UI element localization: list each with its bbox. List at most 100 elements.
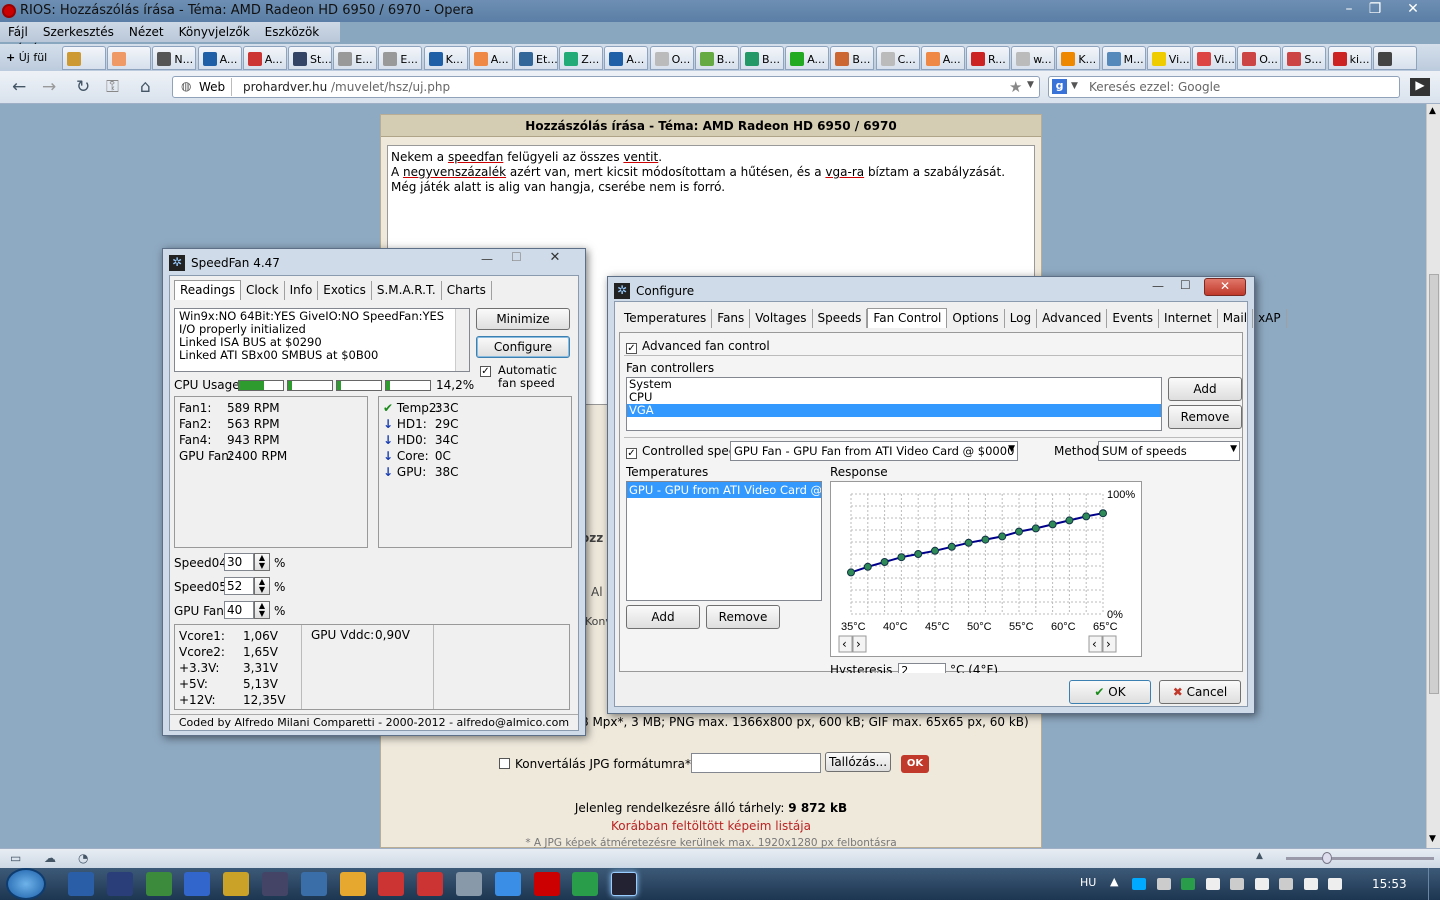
key-icon[interactable]: ⚿ — [106, 77, 119, 97]
tray-expand-icon[interactable]: ▲ — [1110, 875, 1118, 888]
browse-button[interactable]: Tallózás... — [825, 752, 891, 772]
ok-button[interactable]: ✔ OK — [1069, 680, 1151, 704]
controller-item[interactable]: CPU — [627, 391, 1161, 404]
panel-toggle-icon[interactable]: ▶ — [1410, 78, 1430, 96]
scroll-up-icon[interactable]: ▲ — [1429, 106, 1436, 116]
tray-icon[interactable] — [1132, 878, 1146, 890]
browser-tab[interactable]: B... — [694, 46, 739, 70]
speedfan-icon[interactable] — [611, 872, 638, 896]
clock[interactable]: 15:53 — [1372, 877, 1407, 891]
browser-tab[interactable]: A... — [468, 46, 513, 70]
browser-tab[interactable]: w... — [1011, 46, 1056, 70]
remove-controller-button[interactable]: Remove — [1168, 405, 1242, 429]
tray-icon[interactable] — [1254, 878, 1269, 890]
browser-tab[interactable] — [62, 46, 106, 70]
language-indicator[interactable]: HU — [1080, 876, 1096, 889]
search-field[interactable]: g ▼ Keresés ezzel: Google — [1048, 76, 1400, 98]
opera-icon[interactable] — [533, 872, 560, 896]
configure-close-icon[interactable]: ✕ — [1204, 278, 1246, 296]
tray-icon[interactable] — [1156, 878, 1171, 890]
configure-button[interactable]: Configure — [476, 336, 570, 358]
speed-spinner-icon[interactable]: ▲ ▼ — [254, 553, 270, 571]
speedfan-minimize-icon[interactable]: — — [481, 252, 493, 266]
panel-icon[interactable]: ▭ — [10, 851, 21, 865]
tray-icon[interactable] — [1279, 878, 1293, 890]
speed-dial-icon[interactable]: ◔ — [78, 851, 88, 865]
advanced-checkbox[interactable]: ✓ — [626, 343, 637, 354]
config-tab[interactable]: xAP — [1253, 309, 1287, 328]
response-chart[interactable]: 100% 0% 35°C 40°C 45°C 50°C 55°C 60°C 65°C ‹ › ‹ › — [831, 482, 1141, 658]
controlled-speed-select[interactable]: GPU Fan - GPU Fan from ATI Video Card @ … — [730, 441, 1018, 461]
browser-tab[interactable]: St... — [288, 46, 332, 70]
uploaded-images-link[interactable]: Korábban feltöltött képeim listája — [381, 819, 1041, 833]
browser-tab[interactable]: B... — [830, 46, 875, 70]
taskbar-app-icon[interactable] — [262, 872, 288, 896]
taskbar-app-icon[interactable] — [68, 872, 94, 896]
remove-temperature-button[interactable]: Remove — [706, 605, 780, 629]
tab-clock[interactable]: Clock — [241, 281, 285, 300]
config-tab[interactable]: Events — [1107, 309, 1160, 328]
taskbar-app-icon[interactable] — [106, 872, 133, 896]
browser-tab[interactable]: Vi... — [1192, 46, 1236, 70]
close-window-button[interactable]: ✕ — [1400, 0, 1426, 20]
turbo-icon[interactable]: ☁ — [44, 851, 56, 865]
taskbar-app-icon[interactable] — [456, 872, 482, 896]
controlled-checkbox[interactable]: ✓ — [626, 448, 637, 459]
speedfan-maximize-icon[interactable]: ☐ — [511, 250, 522, 264]
scroll-thumb[interactable] — [1429, 274, 1439, 694]
browser-tab[interactable]: B... — [740, 46, 784, 70]
menu-view[interactable]: Nézet — [121, 22, 171, 39]
browser-tab[interactable]: A... — [785, 46, 830, 70]
tab-charts[interactable]: Charts — [442, 281, 492, 300]
taskbar-app-icon[interactable] — [417, 872, 444, 896]
new-tab-button[interactable]: + Új fül — [2, 46, 60, 70]
menu-edit[interactable]: Szerkesztés — [35, 22, 121, 39]
speedfan-close-icon[interactable]: ✕ — [537, 250, 573, 268]
configure-minimize-icon[interactable]: — — [1152, 279, 1164, 293]
browser-tab[interactable]: C... — [875, 46, 920, 70]
cancel-button[interactable]: ✖ Cancel — [1159, 680, 1241, 704]
taskbar-app-icon[interactable] — [145, 872, 172, 896]
back-icon[interactable]: ← — [12, 77, 26, 97]
tray-icon[interactable] — [1328, 878, 1342, 890]
config-tab[interactable]: Fan Control — [867, 308, 948, 328]
speed-input[interactable]: 30 — [224, 553, 254, 571]
upload-ok-button[interactable]: OK — [901, 755, 929, 773]
scroll-down-icon[interactable]: ▼ — [1429, 834, 1436, 844]
menu-tools[interactable]: Eszközök — [257, 22, 327, 39]
tray-icon[interactable] — [1181, 878, 1195, 890]
browser-tab[interactable]: Vi... — [1146, 46, 1191, 70]
tray-icon[interactable] — [1303, 878, 1318, 890]
browser-tab[interactable]: E... — [333, 46, 378, 70]
minimize-button[interactable]: Minimize — [476, 308, 570, 330]
star-icon[interactable]: ★ — [1009, 78, 1022, 96]
temperatures-list[interactable]: GPU - GPU from ATI Video Card @ $000 — [626, 481, 822, 601]
taskbar-app-icon[interactable] — [378, 872, 405, 896]
controller-item[interactable]: VGA — [627, 404, 1161, 417]
config-tab[interactable]: Mail — [1218, 309, 1254, 328]
maximize-window-button[interactable]: ❐ — [1362, 0, 1388, 20]
taskbar-app-icon[interactable] — [184, 872, 211, 896]
browser-tab[interactable]: O... — [1237, 46, 1282, 70]
address-field[interactable]: ◍ Web prohardver.hu/muvelet/hsz/uj.php ★… — [172, 76, 1040, 98]
tray-icon[interactable] — [1230, 878, 1244, 890]
browser-tab[interactable]: A... — [197, 46, 242, 70]
temperature-item[interactable]: GPU - GPU from ATI Video Card @ $000 — [627, 482, 821, 498]
menu-bookmarks[interactable]: Könyvjelzők — [171, 22, 257, 39]
browser-tab[interactable] — [107, 46, 152, 70]
taskbar-app-icon[interactable] — [300, 872, 327, 896]
browser-tab[interactable]: N... — [152, 46, 197, 70]
browser-tab[interactable]: R... — [966, 46, 1010, 70]
tray-icon[interactable] — [1205, 878, 1220, 890]
utorrent-icon[interactable] — [572, 872, 599, 896]
zoom-slider-handle[interactable] — [1322, 852, 1332, 864]
config-tab[interactable]: Advanced — [1037, 309, 1108, 328]
speed-spinner-icon[interactable]: ▲ ▼ — [254, 601, 270, 619]
zoom-menu-icon[interactable]: ▲ — [1256, 851, 1263, 861]
dropdown-arrow-icon[interactable]: ▼ — [1027, 80, 1034, 90]
controller-item[interactable]: System — [627, 378, 1161, 391]
config-tab[interactable]: Log — [1005, 309, 1038, 328]
browser-tab[interactable]: K... — [1056, 46, 1101, 70]
minimize-window-button[interactable]: – — [1336, 0, 1362, 20]
tab-info[interactable]: Info — [285, 281, 319, 300]
